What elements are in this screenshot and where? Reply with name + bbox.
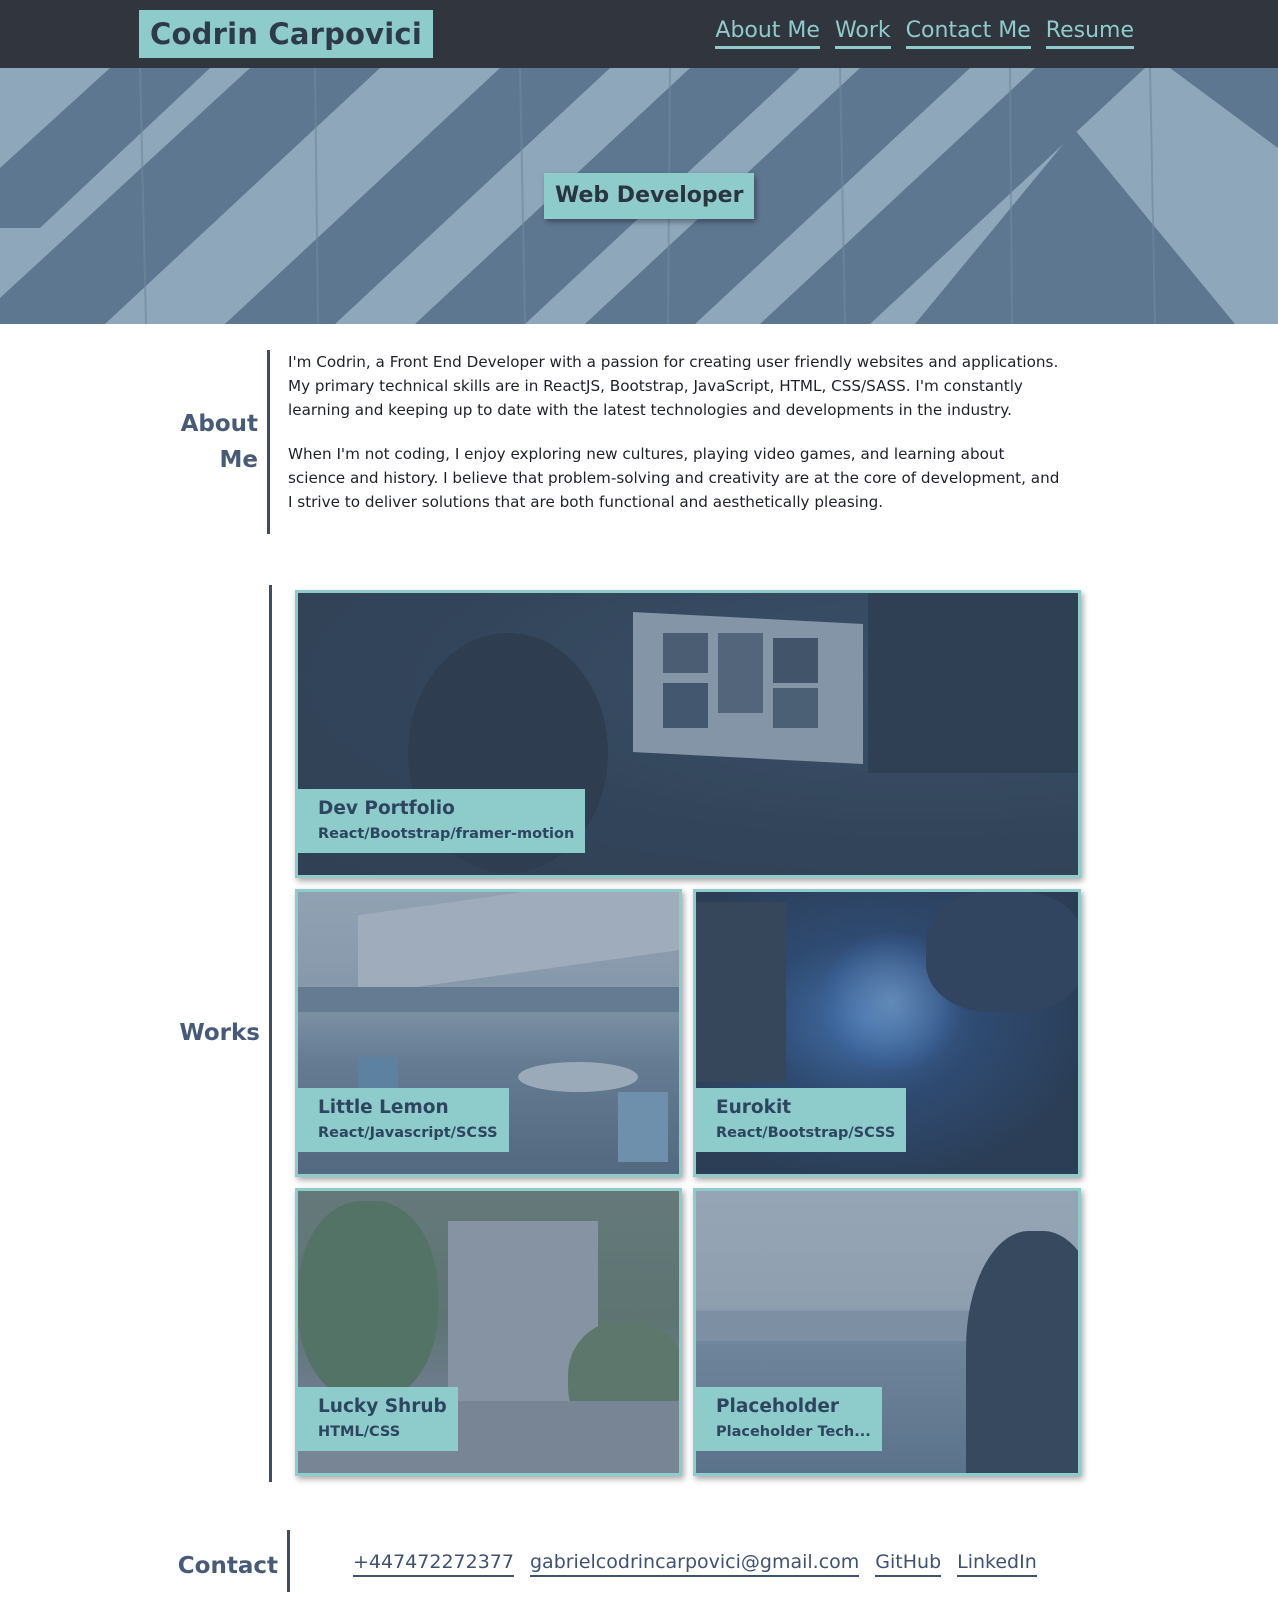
contact-links: +447472272377 gabrielcodrincarpovici@gma…: [353, 1550, 1037, 1577]
hero-banner: Web Developer: [0, 68, 1278, 324]
about-heading: About Me: [150, 406, 258, 478]
project-title: Eurokit: [716, 1097, 792, 1118]
project-card-lucky-shrub[interactable]: Lucky Shrub HTML/CSS: [295, 1188, 682, 1476]
contact-linkedin-link[interactable]: LinkedIn: [957, 1550, 1037, 1577]
project-label: Dev Portfolio React/Bootstrap/framer-mot…: [298, 789, 586, 853]
nav-contact-me[interactable]: Contact Me: [905, 17, 1031, 49]
nav-about-me[interactable]: About Me: [715, 17, 820, 49]
project-label: Lucky Shrub HTML/CSS: [298, 1387, 458, 1451]
project-label: Eurokit React/Bootstrap/SCSS: [696, 1088, 907, 1152]
about-heading-line2: Me: [219, 447, 259, 473]
project-title: Placeholder: [716, 1396, 840, 1417]
project-card-placeholder[interactable]: Placeholder Placeholder Tech...: [693, 1188, 1081, 1476]
about-paragraph: I'm Codrin, a Front End Developer with a…: [288, 353, 1059, 419]
project-title: Little Lemon: [318, 1097, 449, 1118]
brand-logo[interactable]: Codrin Carpovici: [139, 10, 433, 58]
project-title: Lucky Shrub: [318, 1396, 447, 1417]
project-label: Placeholder Placeholder Tech...: [696, 1387, 882, 1451]
nav-resume[interactable]: Resume: [1045, 17, 1134, 49]
project-card-eurokit[interactable]: Eurokit React/Bootstrap/SCSS: [693, 889, 1081, 1177]
about-paragraph: When I'm not coding, I enjoy exploring n…: [288, 445, 1060, 511]
about-divider: [267, 350, 270, 534]
contact-heading: Contact: [177, 1553, 278, 1579]
about-heading-line1: About: [180, 411, 258, 437]
works-divider: [269, 585, 272, 1482]
site-header: Codrin Carpovici About Me Work Contact M…: [0, 0, 1278, 68]
nav-work[interactable]: Work: [834, 17, 891, 49]
contact-email-link[interactable]: gabrielcodrincarpovici@gmail.com: [529, 1550, 860, 1577]
project-tech: React/Bootstrap/SCSS: [716, 1125, 896, 1141]
project-card-little-lemon[interactable]: Little Lemon React/Javascript/SCSS: [295, 889, 682, 1177]
works-heading: Works: [179, 1020, 260, 1046]
project-tech: React/Bootstrap/framer-motion: [318, 826, 575, 842]
project-card-dev-portfolio[interactable]: Dev Portfolio React/Bootstrap/framer-mot…: [295, 590, 1081, 878]
about-text: I'm Codrin, a Front End Developer with a…: [288, 350, 1063, 514]
project-tech: React/Javascript/SCSS: [318, 1125, 498, 1141]
hero-title-badge: Web Developer: [544, 173, 755, 219]
project-label: Little Lemon React/Javascript/SCSS: [298, 1088, 509, 1152]
contact-github-link[interactable]: GitHub: [875, 1550, 942, 1577]
contact-phone-link[interactable]: +447472272377: [353, 1550, 514, 1577]
project-tech: Placeholder Tech...: [716, 1424, 871, 1440]
contact-divider: [287, 1530, 290, 1592]
project-title: Dev Portfolio: [318, 798, 455, 819]
main-nav: About Me Work Contact Me Resume: [715, 17, 1134, 49]
project-tech: HTML/CSS: [318, 1424, 401, 1440]
